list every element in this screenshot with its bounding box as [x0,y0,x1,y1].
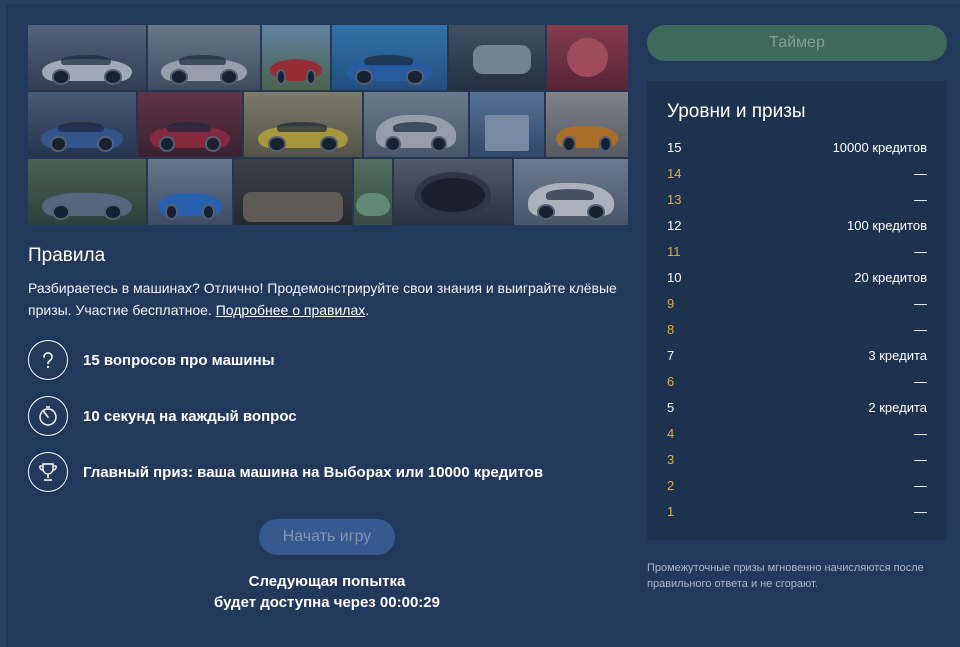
levels-title: Уровни и призы [667,101,806,122]
feature-text: Главный приз: ваша машина на Выборах или… [83,463,544,481]
level-row: 8— [667,316,927,342]
level-number: 3 [667,451,675,467]
level-prize: — [914,503,927,519]
next-attempt-info: Следующая попытка будет доступна через 0… [140,571,514,613]
level-row: 3— [667,446,927,472]
level-prize: 100 кредитов [847,217,927,233]
level-row: 12 100 кредитов [667,212,927,238]
level-prize: 2 кредита [868,399,927,415]
level-number: 13 [667,191,682,207]
timer-button[interactable]: Таймер [647,25,947,61]
level-number: 5 [667,399,675,415]
level-prize: — [914,165,927,181]
level-prize: — [914,243,927,259]
rules-text-end: . [365,302,370,318]
level-prize: — [914,295,927,311]
level-number: 6 [667,373,675,389]
level-row: 7 3 кредита [667,342,927,368]
levels-panel: Уровни и призы 15 10000 кредитов 14—13—12 1… [647,81,947,540]
level-number: 11 [667,243,681,259]
rules-title: Правила [28,245,106,266]
level-prize: — [914,451,927,467]
feature-prize: Главный приз: ваша машина на Выборах или… [28,452,628,492]
feature-seconds: 10 секунд на каждый вопрос [28,396,628,436]
level-prize: — [914,477,927,493]
level-number: 14 [667,165,682,181]
level-row: 10 20 кредитов [667,264,927,290]
level-number: 15 [667,139,682,155]
feature-questions: 15 вопросов про машины [28,340,628,380]
level-row: 11 — [667,238,927,264]
level-number: 7 [667,347,675,363]
level-number: 12 [667,217,682,233]
next-attempt-line2: будет доступна через 00:00:29 [214,594,440,611]
level-prize: — [914,425,927,441]
level-number: 1 [667,503,675,519]
level-prize: 10000 кредитов [832,139,927,155]
collage-overlay [28,25,628,225]
level-row: 14 — [667,160,927,186]
level-number: 10 [667,269,682,285]
rules-details-link[interactable]: Подробнее о правилах [216,302,366,318]
level-number: 4 [667,425,675,441]
rules-text: Разбираетесь в машинах? Отлично! Продемо… [28,277,618,321]
levels-list: 15 10000 кредитов 14—13—12 100 кредитов 11—1… [667,134,927,524]
level-row: 2— [667,472,927,498]
level-row: 15 10000 кредитов [667,134,927,160]
level-number: 9 [667,295,675,311]
stopwatch-icon [28,396,68,436]
level-prize: — [914,321,927,337]
prizes-note: Промежуточные призы мгновенно начисляютс… [647,562,924,590]
level-row: 1— [667,498,927,524]
level-row: 4— [667,420,927,446]
trophy-icon [28,452,68,492]
level-number: 8 [667,321,675,337]
level-number: 2 [667,477,675,493]
question-icon [28,340,68,380]
level-row: 6— [667,368,927,394]
level-row: 5 2 кредита [667,394,927,420]
cars-collage [28,25,628,225]
level-prize: — [914,373,927,389]
level-prize: 3 кредита [868,347,927,363]
level-row: 13 — [667,186,927,212]
feature-text: 15 вопросов про машины [83,351,275,369]
start-game-button[interactable]: Начать игру [259,519,395,555]
feature-text: 10 секунд на каждый вопрос [83,407,297,425]
level-prize: 20 кредитов [854,269,927,285]
next-attempt-line1: Следующая попытка [248,573,406,590]
level-row: 9— [667,290,927,316]
left-column: Правила Разбираетесь в машинах? Отлично!… [28,25,628,492]
level-prize: — [914,191,927,207]
